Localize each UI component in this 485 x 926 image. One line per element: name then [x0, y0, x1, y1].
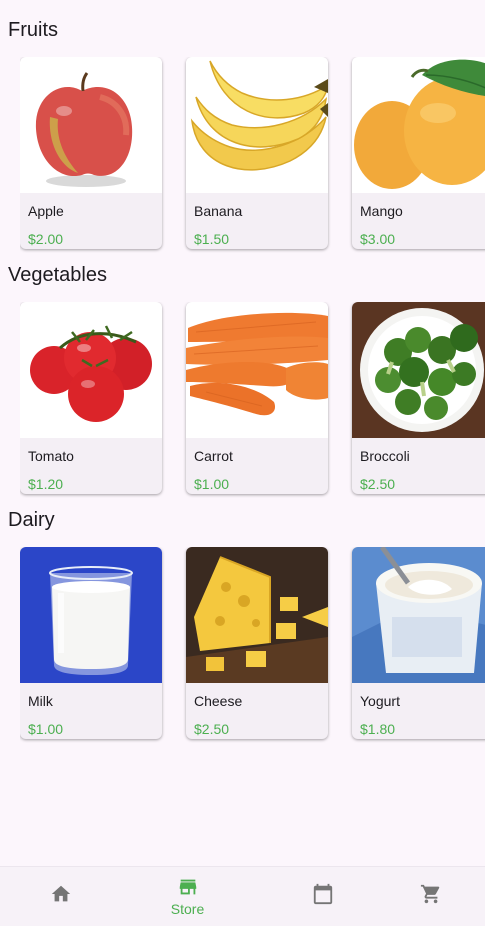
yogurt-image	[352, 547, 485, 683]
tomato-image	[20, 302, 162, 438]
product-name: Yogurt	[360, 693, 400, 709]
product-card-yogurt[interactable]: Yogurt $1.80	[352, 547, 485, 739]
product-card-mango[interactable]: Mango $3.00	[352, 57, 485, 249]
product-name: Mango	[360, 203, 403, 219]
section-title-fruits: Fruits	[8, 19, 58, 41]
bottom-navigation-bar: Store	[0, 866, 485, 926]
product-name: Milk	[28, 693, 53, 709]
store-icon	[179, 879, 196, 895]
product-price: $1.80	[360, 721, 396, 737]
product-name: Tomato	[28, 448, 74, 464]
broccoli-image	[352, 302, 485, 438]
banana-image	[186, 57, 328, 193]
product-card-broccoli[interactable]: Broccoli $2.50	[352, 302, 485, 494]
product-card-carrot[interactable]: Carrot $1.00	[186, 302, 328, 494]
product-name: Broccoli	[360, 448, 410, 464]
product-name: Cheese	[194, 693, 243, 709]
nav-item-home[interactable]	[0, 867, 121, 926]
product-card-cheese[interactable]: Cheese $2.50	[186, 547, 328, 739]
cart-icon	[420, 884, 439, 904]
vegetables-row[interactable]: Tomato $1.20 Carrot $1.00 Broccoli $2.50	[20, 302, 485, 498]
product-price: $2.50	[360, 476, 396, 492]
product-name: Apple	[28, 203, 64, 219]
calendar-icon	[313, 883, 332, 905]
product-price: $2.00	[28, 231, 64, 247]
fruits-row[interactable]: Apple $2.00 Banana $1.50 Mango $3.00	[20, 57, 485, 253]
dairy-row[interactable]: Milk $1.00 Cheese $2.50 Yogurt $1.80	[20, 547, 485, 743]
nav-item-store[interactable]: Store	[127, 867, 248, 926]
milk-image	[20, 547, 162, 683]
cheese-image	[186, 547, 328, 683]
product-card-milk[interactable]: Milk $1.00	[20, 547, 162, 739]
nav-item-cart[interactable]	[370, 867, 485, 926]
mango-image	[352, 57, 485, 193]
product-price: $1.00	[28, 721, 64, 737]
product-price: $1.00	[194, 476, 230, 492]
product-name: Banana	[194, 203, 243, 219]
section-title-vegetables: Vegetables	[8, 264, 107, 286]
product-price: $1.50	[194, 231, 230, 247]
nav-item-calendar[interactable]	[262, 867, 383, 926]
product-price: $3.00	[360, 231, 396, 247]
section-title-dairy: Dairy	[8, 509, 55, 531]
carrot-image	[186, 302, 328, 438]
product-price: $1.20	[28, 476, 64, 492]
nav-label-store: Store	[170, 901, 205, 917]
apple-image	[20, 57, 162, 193]
product-name: Carrot	[194, 448, 233, 464]
product-card-banana[interactable]: Banana $1.50	[186, 57, 328, 249]
product-card-apple[interactable]: Apple $2.00	[20, 57, 162, 249]
home-icon	[51, 885, 70, 902]
product-card-tomato[interactable]: Tomato $1.20	[20, 302, 162, 494]
product-price: $2.50	[194, 721, 230, 737]
